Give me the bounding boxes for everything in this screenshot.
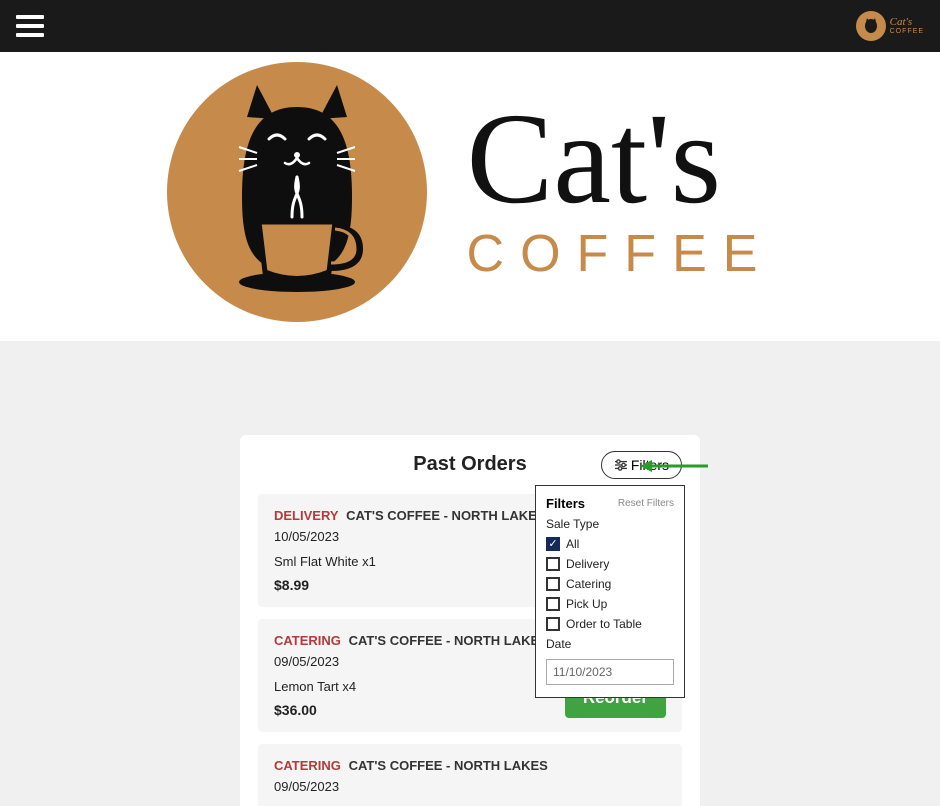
date-label: Date [546,637,674,651]
date-input[interactable] [546,659,674,685]
order-type: CATERING [274,758,341,773]
checkbox-icon [546,597,560,611]
brand-sub-small: COFFEE [890,28,924,35]
order-store: CAT'S COFFEE - NORTH LAKES [349,633,548,648]
reset-filters-link[interactable]: Reset Filters [618,498,674,509]
filter-option-catering[interactable]: Catering [546,577,674,591]
topbar-logo[interactable]: Cat's COFFEE [856,11,924,41]
order-type: CATERING [274,633,341,648]
checkbox-icon [546,577,560,591]
sliders-icon [614,459,628,471]
filters-popover: Filters Reset Filters Sale Type All Deli… [535,485,685,698]
order-store: CAT'S COFFEE - NORTH LAKES [349,758,548,773]
filter-option-delivery[interactable]: Delivery [546,557,674,571]
brand-name-small: Cat's [890,17,924,28]
order-store: CAT'S COFFEE - NORTH LAKES [346,508,545,523]
hero-logo-circle [167,62,427,322]
top-bar: Cat's COFFEE [0,0,940,52]
filter-option-label: Delivery [566,557,609,571]
order-type: DELIVERY [274,508,339,523]
arrow-annotation-icon [640,458,710,474]
brand-sub-large: COFFEE [467,224,774,284]
filter-option-label: Order to Table [566,617,642,631]
past-orders-card: Past Orders Filters Filters [240,435,700,806]
filter-option-order-to-table[interactable]: Order to Table [546,617,674,631]
filter-option-label: Pick Up [566,597,607,611]
filter-option-all[interactable]: All [546,537,674,551]
filter-option-label: All [566,537,579,551]
order-card: CATERING CAT'S COFFEE - NORTH LAKES 09/0… [258,744,682,806]
menu-icon[interactable] [16,15,44,37]
sale-type-label: Sale Type [546,517,674,531]
page-title: Past Orders [413,453,526,476]
scroll-area[interactable]: Cat's COFFEE Past Orders Filters [0,52,940,806]
cat-large-icon [197,77,397,297]
filter-option-pickup[interactable]: Pick Up [546,597,674,611]
checkbox-icon [546,557,560,571]
content-background: Past Orders Filters Filters [0,341,940,806]
checkbox-icon [546,537,560,551]
brand-name-large: Cat's [467,101,774,218]
order-date: 09/05/2023 [274,779,666,794]
cat-icon [861,16,881,36]
checkbox-icon [546,617,560,631]
filters-popover-title: Filters [546,496,585,511]
hero-banner: Cat's COFFEE [0,52,940,341]
filter-option-label: Catering [566,577,611,591]
